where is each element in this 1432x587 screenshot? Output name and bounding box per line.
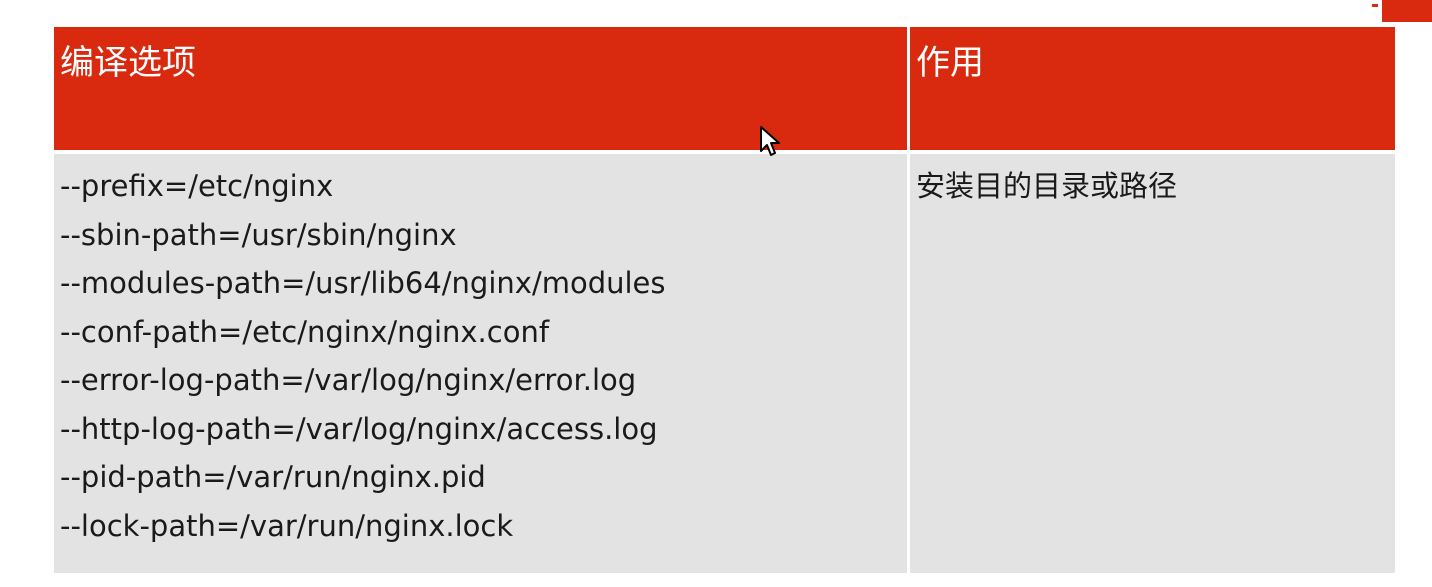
purpose-cell: 安装目的目录或路径 xyxy=(910,154,1395,573)
table-header-row: 编译选项 作用 xyxy=(54,27,1395,154)
mouse-pointer-icon xyxy=(760,126,780,156)
options-cell: --prefix=/etc/nginx --sbin-path=/usr/sbi… xyxy=(54,154,910,573)
option-list: --prefix=/etc/nginx --sbin-path=/usr/sbi… xyxy=(60,162,907,550)
compile-options-table: 编译选项 作用 --prefix=/etc/nginx --sbin-path=… xyxy=(54,27,1395,573)
option-modules-path: --modules-path=/usr/lib64/nginx/modules xyxy=(60,266,666,300)
option-lock-path: --lock-path=/var/run/nginx.lock xyxy=(60,508,514,543)
logo-stroke xyxy=(1372,4,1378,7)
option-http-log-path: --http-log-path=/var/log/nginx/access.lo… xyxy=(60,411,658,446)
option-conf-path: --conf-path=/etc/nginx/nginx.conf xyxy=(60,314,550,349)
brand-logo-icon xyxy=(1372,0,1432,22)
option-prefix: --prefix=/etc/nginx xyxy=(60,169,334,203)
option-sbin-path: --sbin-path=/usr/sbin/nginx xyxy=(60,217,457,252)
option-error-log-path: --error-log-path=/var/log/nginx/error.lo… xyxy=(60,363,637,397)
option-pid-path: --pid-path=/var/run/nginx.pid xyxy=(60,460,486,494)
table-row: --prefix=/etc/nginx --sbin-path=/usr/sbi… xyxy=(54,154,1395,573)
logo-mark xyxy=(1382,0,1432,22)
header-purpose: 作用 xyxy=(910,27,1395,154)
